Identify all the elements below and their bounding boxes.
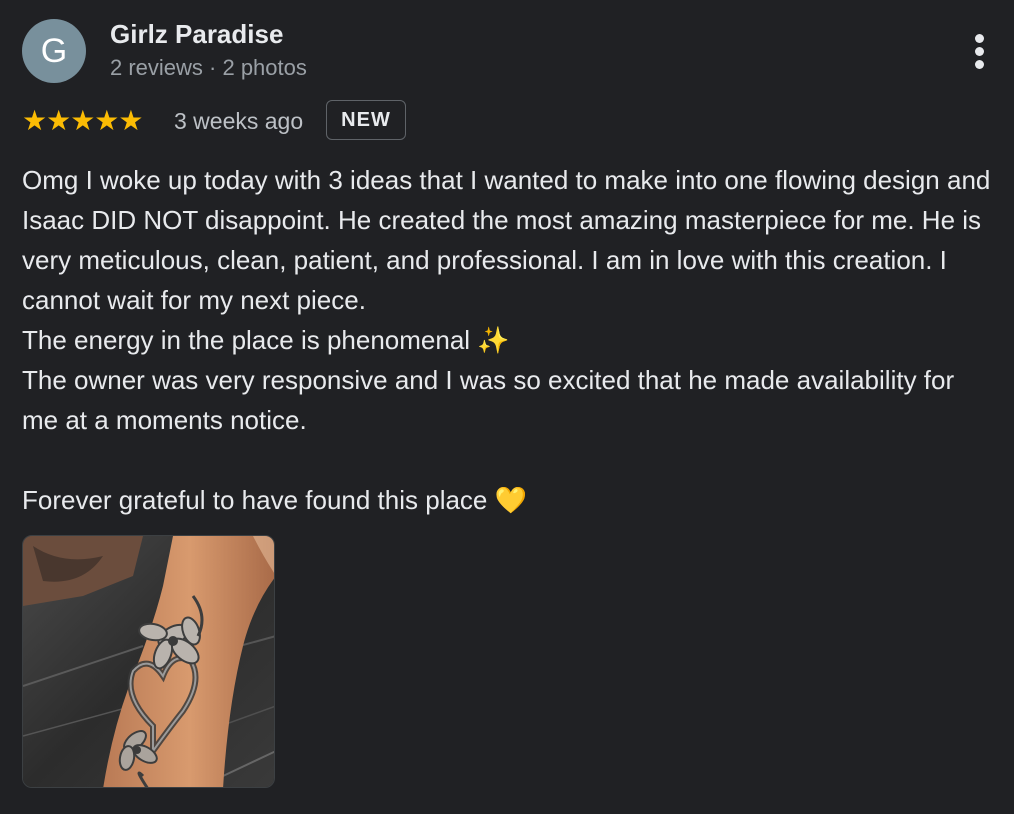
- menu-dot: [975, 34, 984, 43]
- tattoo-photo-icon: [23, 536, 274, 787]
- review-paragraph: The energy in the place is phenomenal ✨: [22, 325, 510, 355]
- author-meta: 2 reviews · 2 photos: [110, 55, 307, 80]
- review-paragraph: The owner was very responsive and I was …: [22, 365, 955, 435]
- more-options-icon[interactable]: [966, 30, 994, 72]
- author-name[interactable]: Girlz Paradise: [110, 19, 283, 50]
- author-avatar[interactable]: G: [22, 19, 86, 83]
- star-rating-icon: ★★★★★: [22, 105, 144, 136]
- review-paragraph: Omg I woke up today with 3 ideas that I …: [22, 165, 991, 315]
- menu-dot: [975, 60, 984, 69]
- review-blank-line: [22, 440, 997, 480]
- new-badge: NEW: [326, 100, 406, 140]
- review-paragraph: Forever grateful to have found this plac…: [22, 485, 527, 515]
- rating-row: ★★★★★ 3 weeks ago NEW: [22, 100, 522, 142]
- review-text: Omg I woke up today with 3 ideas that I …: [22, 160, 997, 520]
- review-card: G Girlz Paradise 2 reviews · 2 photos ★★…: [0, 0, 1014, 814]
- review-date: 3 weeks ago: [174, 108, 304, 134]
- review-photo[interactable]: [22, 535, 275, 788]
- menu-dot: [975, 47, 984, 56]
